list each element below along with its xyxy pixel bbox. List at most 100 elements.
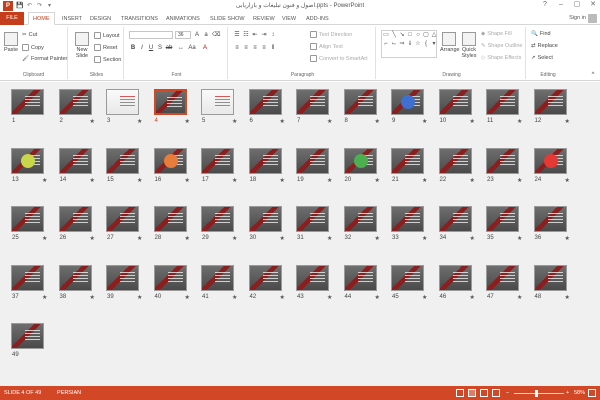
restore-button[interactable]: ▢ (572, 0, 582, 10)
slide-thumbnail[interactable]: 8 ★ (343, 89, 380, 125)
slide-preview[interactable] (201, 264, 234, 291)
tab-design[interactable]: DESIGN (90, 13, 111, 25)
language-indicator[interactable]: PERSIAN (57, 390, 81, 396)
slide-preview[interactable] (58, 147, 92, 174)
slide-thumbnail[interactable]: 5 ★ (201, 89, 237, 125)
tab-insert[interactable]: INSERT (62, 13, 82, 25)
slide-preview[interactable] (106, 89, 139, 115)
slide-preview[interactable] (58, 264, 92, 291)
slide-preview[interactable] (11, 323, 44, 349)
slide-preview[interactable] (153, 89, 187, 115)
decrease-indent-icon[interactable]: ⇤ (251, 31, 259, 39)
slide-preview[interactable] (248, 206, 282, 232)
line-spacing-icon[interactable]: ↕ (269, 31, 277, 39)
section-button[interactable]: Section (94, 56, 121, 63)
numbering-icon[interactable]: ☷ (242, 31, 250, 39)
font-size-combo[interactable]: 36 (175, 31, 191, 39)
angle-line-shape-icon[interactable]: ⌐ (382, 40, 390, 49)
reset-button[interactable]: Reset (94, 44, 117, 51)
slide-thumbnail[interactable]: 35 ★ (486, 206, 522, 242)
down-arrow-shape-icon[interactable]: ⇓ (406, 40, 414, 49)
underline-button[interactable]: U (147, 44, 155, 52)
slide-preview[interactable] (486, 206, 519, 232)
slide-preview[interactable] (296, 206, 329, 232)
avatar[interactable] (588, 14, 597, 23)
slide-preview[interactable] (296, 147, 329, 174)
animation-star-icon[interactable]: ★ (327, 294, 332, 301)
normal-view-icon[interactable] (456, 389, 464, 397)
tab-animations[interactable]: ANIMATIONS (166, 13, 200, 25)
animation-star-icon[interactable]: ★ (137, 118, 142, 125)
animation-star-icon[interactable]: ★ (185, 235, 190, 242)
tab-home[interactable]: HOME (28, 12, 55, 25)
collapse-ribbon-icon[interactable]: ^ (589, 71, 597, 79)
align-right-icon[interactable]: ≡ (251, 44, 259, 52)
slide-preview[interactable] (201, 147, 234, 174)
shadow-button[interactable]: S (156, 44, 164, 52)
square-shape-icon[interactable]: □ (406, 31, 414, 40)
slide-thumbnail[interactable]: 14 ★ (58, 147, 95, 184)
animation-star-icon[interactable]: ★ (280, 235, 285, 242)
arrow-shape-icon[interactable]: ↘ (398, 31, 406, 40)
slide-preview[interactable] (153, 264, 187, 291)
slide-thumbnail[interactable]: 21 ★ (391, 147, 427, 184)
animation-star-icon[interactable]: ★ (232, 118, 237, 125)
animation-star-icon[interactable]: ★ (375, 177, 380, 184)
arrange-button[interactable]: Arrange (440, 32, 460, 53)
animation-star-icon[interactable]: ★ (565, 235, 570, 242)
slide-thumbnail[interactable]: 7 ★ (296, 89, 332, 125)
animation-star-icon[interactable]: ★ (90, 294, 95, 301)
more-shapes-icon[interactable]: ▾ (430, 40, 438, 49)
bold-button[interactable]: B (129, 44, 137, 52)
slide-preview[interactable] (296, 89, 329, 115)
slide-thumbnail[interactable]: 2 ★ (58, 89, 95, 125)
slide-thumbnail[interactable]: 13 ★ (11, 147, 47, 184)
slide-preview[interactable] (11, 147, 44, 174)
slide-preview[interactable] (201, 89, 234, 115)
animation-star-icon[interactable]: ★ (232, 235, 237, 242)
animation-star-icon[interactable]: ★ (232, 294, 237, 301)
zoom-level[interactable]: 58% (574, 390, 585, 396)
slide-preview[interactable] (533, 264, 567, 291)
slide-thumbnail[interactable]: 4 ★ (153, 89, 190, 125)
shrink-font-icon[interactable]: a (202, 31, 210, 39)
slide-thumbnail[interactable]: 43 ★ (296, 264, 332, 301)
slide-preview[interactable] (153, 206, 187, 232)
animation-star-icon[interactable]: ★ (327, 118, 332, 125)
slide-thumbnail[interactable]: 38 ★ (58, 264, 95, 301)
slide-preview[interactable] (58, 89, 92, 115)
convert-smartart-button[interactable]: Convert to SmartArt (310, 55, 368, 62)
animation-star-icon[interactable]: ★ (517, 235, 522, 242)
brace-shape-icon[interactable]: { (422, 40, 430, 49)
slide-preview[interactable] (11, 264, 44, 291)
line-shape-icon[interactable]: ╲ (390, 31, 398, 40)
slide-preview[interactable] (391, 206, 424, 232)
slide-thumbnail[interactable]: 18 ★ (248, 147, 285, 184)
slide-thumbnail[interactable]: 42 ★ (248, 264, 285, 301)
animation-star-icon[interactable]: ★ (470, 118, 475, 125)
animation-star-icon[interactable]: ★ (232, 177, 237, 184)
animation-star-icon[interactable]: ★ (327, 177, 332, 184)
animation-star-icon[interactable]: ★ (280, 294, 285, 301)
slide-preview[interactable] (533, 89, 567, 115)
zoom-slider-thumb[interactable] (535, 390, 538, 397)
clear-format-icon[interactable]: ⌫ (212, 31, 220, 39)
slide-thumbnail[interactable]: 27 ★ (106, 206, 142, 242)
slide-preview[interactable] (11, 89, 44, 115)
animation-star-icon[interactable]: ★ (517, 177, 522, 184)
slideshow-view-icon[interactable] (492, 389, 500, 397)
slide-preview[interactable] (106, 147, 139, 174)
slide-thumbnail[interactable]: 46 ★ (438, 264, 475, 301)
grow-font-icon[interactable]: A (193, 31, 201, 39)
close-button[interactable]: ✕ (588, 0, 598, 10)
slide-preview[interactable] (343, 264, 377, 291)
slide-thumbnail[interactable]: 1 (11, 89, 44, 124)
slide-preview[interactable] (106, 206, 139, 232)
zoom-slider[interactable] (514, 393, 564, 394)
slide-thumbnail[interactable]: 45 ★ (391, 264, 427, 301)
slide-thumbnail[interactable]: 15 ★ (106, 147, 142, 184)
slide-thumbnail[interactable]: 11 ★ (486, 89, 522, 125)
reading-view-icon[interactable] (480, 389, 488, 397)
animation-star-icon[interactable]: ★ (375, 294, 380, 301)
layout-button[interactable]: Layout (94, 32, 120, 39)
